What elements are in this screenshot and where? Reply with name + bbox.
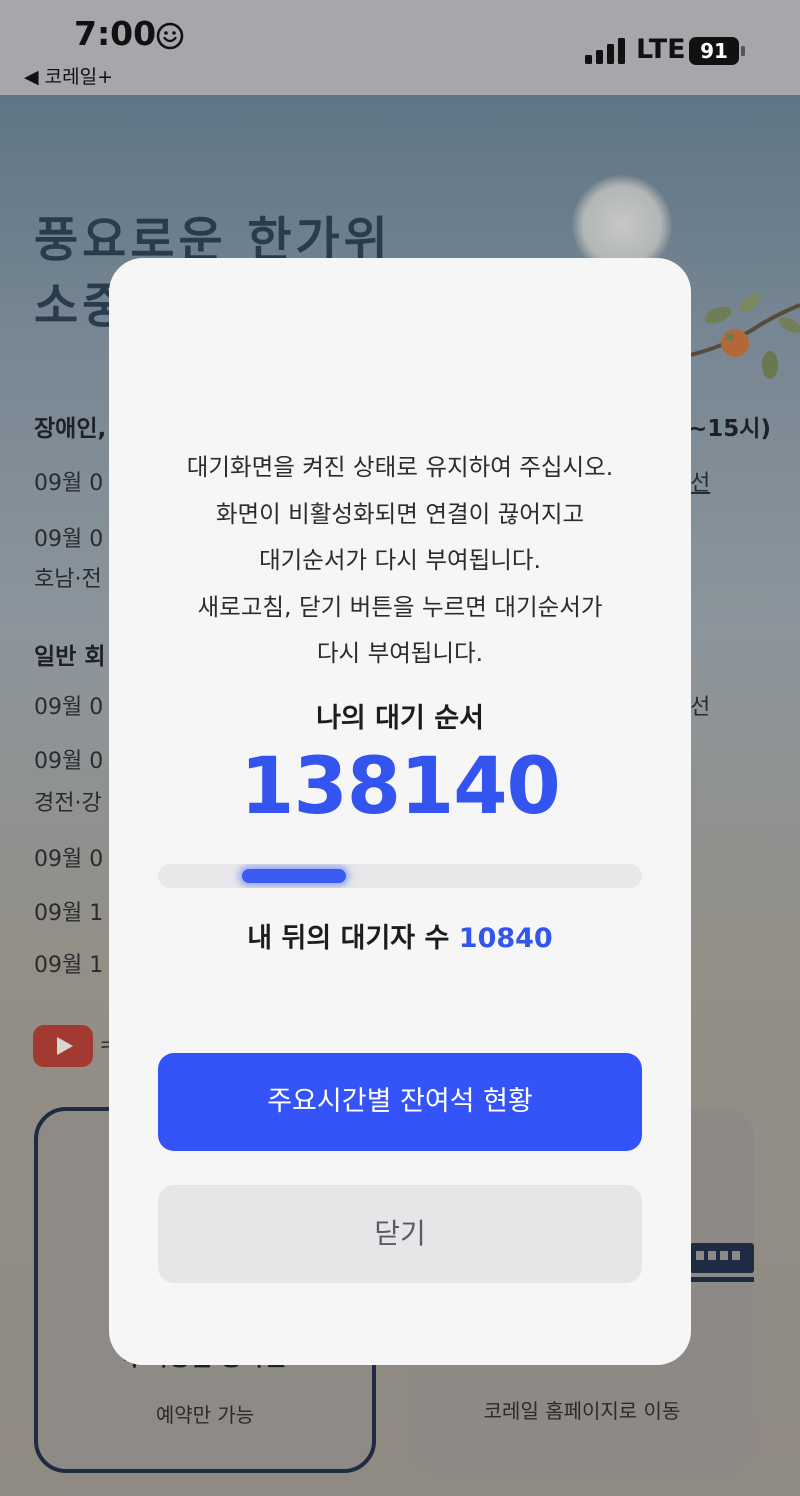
waiting-behind-label: 내 뒤의 대기자 수 [247,923,450,954]
background-line: 09월 0 [34,527,104,552]
background-line: 호남·전 [34,567,102,592]
status-bar: 7:00 ◀ 코레일+ LTE 91 [0,0,800,95]
back-to-app-link[interactable]: ◀ 코레일+ [24,62,113,89]
background-line: 09월 1 [34,953,104,978]
background-line: 09월 0 [34,471,104,496]
seat-status-button[interactable]: 주요시간별 잔여석 현황 [158,1053,642,1151]
background-line: 09월 0 [34,749,104,774]
queue-position-number: 138140 [240,742,561,832]
youtube-icon [33,1025,93,1067]
queue-progress-bar [158,864,642,888]
queue-notice: 대기화면을 켜진 상태로 유지하여 주십시오. 화면이 비활성화되면 연결이 끊… [186,453,614,667]
network-type: LTE [636,34,686,65]
background-line-right: 선 [690,695,711,720]
smiley-icon [156,22,184,50]
background-line: 09월 0 [34,695,104,720]
background-section-right: ~15시) [688,416,771,442]
queue-modal: 대기화면을 켜진 상태로 유지하여 주십시오. 화면이 비활성화되면 연결이 끊… [109,258,691,1365]
persimmon-branch-illustration [690,293,800,379]
waiting-behind: 내 뒤의 대기자 수 10840 [109,916,691,955]
background-line: 경전·강 [34,791,102,816]
card-subtitle: 코레일 홈페이지로 이동 [483,1399,681,1423]
train-icon [688,1243,754,1282]
waiting-behind-count: 10840 [458,923,553,954]
battery-level: 91 [700,39,728,63]
background-link: 선 [690,471,711,496]
status-time: 7:00 [74,14,157,53]
queue-progress-indicator [242,869,346,883]
background-section-title: 장애인, [34,416,107,442]
queue-position-label: 나의 대기 순서 [316,703,484,734]
background-line: 09월 1 [34,901,104,926]
signal-icon [585,38,625,64]
card-subtitle: 예약만 가능 [155,1403,255,1427]
close-button[interactable]: 닫기 [158,1185,642,1283]
background-line: 09월 0 [34,847,104,872]
background-section-title: 일반 회 [34,644,106,670]
